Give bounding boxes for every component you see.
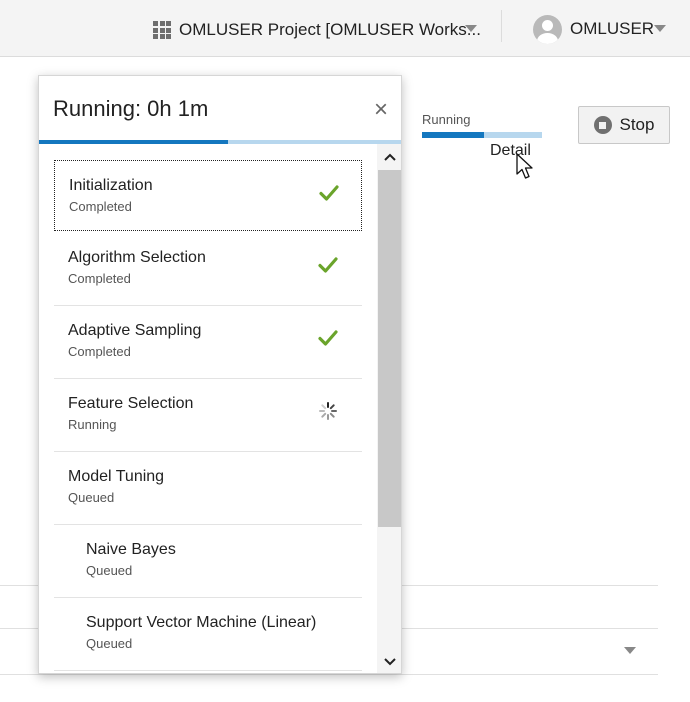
step-item-naive-bayes[interactable]: Naive Bayes Queued (54, 525, 362, 598)
step-item-initialization[interactable]: Initialization Completed (54, 160, 362, 231)
grid-icon (153, 21, 171, 39)
chevron-down-icon[interactable] (465, 25, 477, 32)
step-status: Running (68, 417, 117, 432)
user-menu[interactable]: OMLUSER (533, 14, 654, 44)
user-label: OMLUSER (570, 19, 655, 38)
scroll-up-icon[interactable] (377, 146, 401, 168)
check-icon (318, 330, 338, 346)
header-divider (501, 10, 502, 42)
step-name: Initialization (69, 177, 153, 194)
spinner-icon (319, 402, 337, 420)
mouse-pointer-icon (516, 153, 533, 179)
step-name: Model Tuning (68, 468, 165, 485)
step-name: Adaptive Sampling (68, 322, 202, 339)
run-progress-fill (422, 132, 485, 138)
popup-title: Running: 0h 1m (53, 96, 209, 121)
divider (0, 674, 658, 675)
run-progress-bar (422, 132, 542, 138)
step-item-adaptive-sampling[interactable]: Adaptive Sampling Completed (54, 306, 362, 379)
step-item-model-tuning[interactable]: Model Tuning Queued (54, 452, 362, 525)
step-item-svm-linear[interactable]: Support Vector Machine (Linear) Queued (54, 598, 362, 671)
step-name: Naive Bayes (86, 541, 176, 558)
project-label: OMLUSER Project [OMLUSER Works... (179, 20, 481, 39)
avatar-icon (533, 14, 562, 44)
close-icon[interactable]: × (374, 98, 388, 122)
step-status: Queued (86, 636, 133, 651)
chevron-down-icon[interactable] (654, 25, 666, 32)
scroll-down-icon[interactable] (377, 651, 401, 673)
step-name: Feature Selection (68, 395, 194, 412)
stop-label: Stop (619, 115, 655, 134)
stop-button[interactable]: Stop (578, 106, 670, 144)
step-status: Completed (68, 344, 131, 359)
chevron-down-icon[interactable] (624, 647, 636, 654)
step-status: Completed (68, 271, 131, 286)
step-status: Completed (69, 199, 132, 214)
scrollbar-thumb[interactable] (378, 170, 401, 527)
step-status: Queued (68, 490, 115, 505)
app-header: OMLUSER Project [OMLUSER Works... OMLUSE… (0, 0, 690, 57)
project-selector[interactable]: OMLUSER Project [OMLUSER Works... (153, 19, 481, 41)
stop-icon (593, 116, 612, 134)
check-icon (319, 185, 339, 201)
step-status: Queued (86, 563, 133, 578)
step-list-scrollbar[interactable] (377, 144, 401, 673)
step-name: Algorithm Selection (68, 249, 206, 266)
check-icon (318, 257, 338, 273)
step-list: Initialization Completed Algorithm Selec… (39, 144, 377, 673)
run-detail-popup: Running: 0h 1m × Initialization Complete… (38, 75, 402, 674)
step-name: Support Vector Machine (Linear) (86, 614, 317, 631)
step-item-feature-selection[interactable]: Feature Selection Running (54, 379, 362, 452)
step-item-algorithm-selection[interactable]: Algorithm Selection Completed (54, 233, 362, 306)
run-status-label: Running (422, 112, 471, 127)
